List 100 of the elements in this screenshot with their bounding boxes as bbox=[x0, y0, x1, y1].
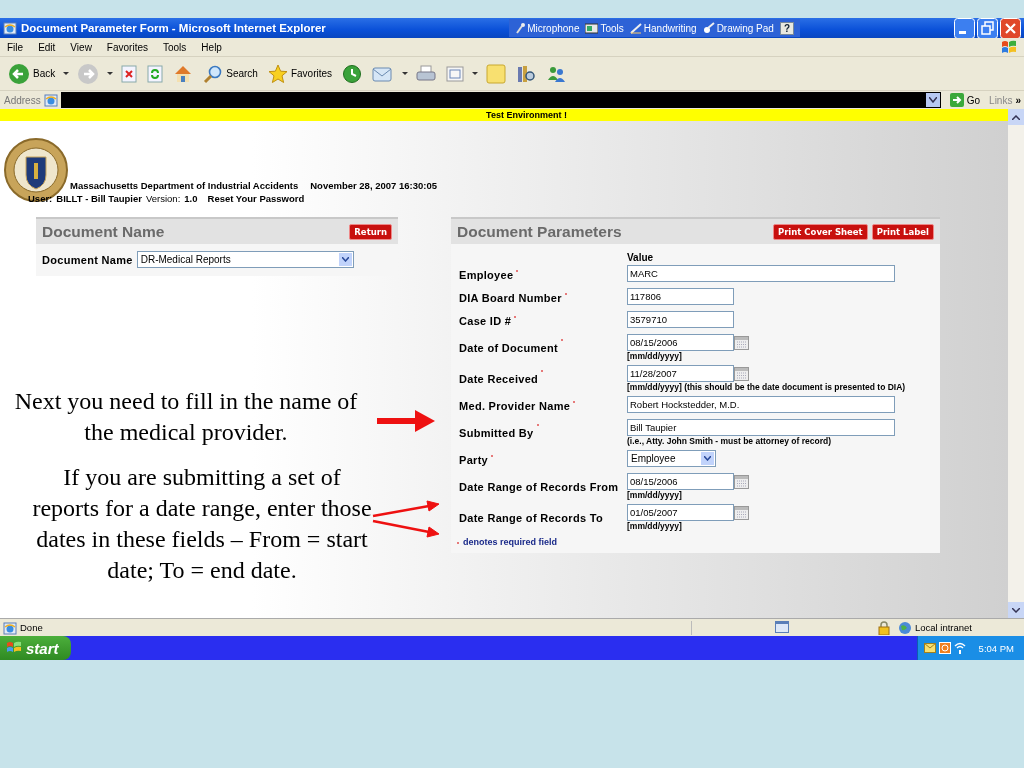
toolbar-button[interactable]: Back bbox=[6, 60, 58, 87]
calendar-icon[interactable] bbox=[734, 474, 749, 489]
windows-logo bbox=[1000, 39, 1018, 55]
field-label: Date of Document bbox=[459, 341, 558, 354]
printer-icon[interactable] bbox=[416, 64, 437, 83]
text-field[interactable]: Robert Hockstedder, M.D. bbox=[627, 396, 895, 413]
column-heading: Value bbox=[626, 251, 655, 263]
home-icon[interactable] bbox=[173, 63, 194, 84]
start-button[interactable]: start bbox=[0, 636, 71, 660]
user-name: BILLT - Bill Taupier bbox=[56, 193, 142, 204]
window-title: Document Parameter Form - Microsoft Internet Explorer bbox=[21, 22, 326, 34]
lock-icon bbox=[877, 620, 890, 635]
minimize-button[interactable] bbox=[954, 17, 975, 39]
required-note: denotes required field bbox=[463, 537, 558, 547]
windows-logo bbox=[6, 641, 22, 655]
dropdown-caret-icon[interactable] bbox=[472, 72, 479, 75]
menu-item[interactable]: File bbox=[7, 41, 24, 53]
field-label: Date Received bbox=[459, 372, 539, 385]
address-field[interactable] bbox=[60, 92, 941, 108]
page-icon bbox=[43, 93, 58, 107]
field-label: Employee bbox=[459, 268, 514, 281]
search-icon bbox=[203, 63, 224, 84]
field-hint: [mm/dd/yyyy] bbox=[627, 490, 683, 500]
window-icon bbox=[774, 620, 789, 633]
gauge-icon[interactable] bbox=[938, 642, 951, 654]
address-label: Address bbox=[4, 94, 41, 106]
dropdown-caret-icon[interactable] bbox=[402, 72, 409, 75]
menu-item[interactable]: Favorites bbox=[106, 41, 148, 53]
star-icon bbox=[267, 63, 288, 84]
pen-icon bbox=[702, 22, 715, 34]
toolbar-button[interactable]: Search bbox=[201, 61, 260, 86]
go-button[interactable]: Go bbox=[943, 93, 987, 107]
text-field[interactable]: Bill Taupier bbox=[627, 419, 895, 436]
books-icon[interactable] bbox=[516, 63, 537, 84]
panel-title: Document Name bbox=[42, 222, 165, 241]
annotation-text: If you are submitting a set of reports for a date range, enter those dates in these fields – From = start date; To = end date. bbox=[31, 463, 373, 585]
calendar-icon[interactable] bbox=[734, 505, 749, 520]
double-arrow bbox=[371, 499, 441, 539]
pen-icon bbox=[629, 22, 642, 34]
envelope-icon[interactable] bbox=[923, 643, 936, 653]
language-bar-button[interactable]: Handwriting bbox=[629, 22, 697, 34]
more-button[interactable]: » bbox=[1015, 94, 1021, 106]
select-field[interactable]: DR-Medical Reports bbox=[136, 251, 354, 268]
date-time: November 28, 2007 16:30:05 bbox=[310, 180, 437, 191]
print-button[interactable]: Print Label bbox=[871, 223, 934, 240]
toolbar-button[interactable]: Favorites bbox=[265, 61, 335, 86]
refresh-icon[interactable] bbox=[147, 64, 164, 83]
history-icon[interactable] bbox=[342, 63, 363, 84]
toolbox-icon bbox=[585, 22, 599, 34]
page-icon bbox=[3, 620, 17, 635]
dropdown-caret-icon[interactable] bbox=[107, 72, 114, 75]
field-label: Party bbox=[459, 453, 489, 466]
stop-icon[interactable] bbox=[121, 64, 138, 83]
status-text: Done bbox=[20, 622, 43, 633]
zone-label: Local intranet bbox=[914, 622, 972, 633]
date-field[interactable]: 11/28/2007 bbox=[627, 365, 734, 382]
reset-password-link[interactable]: Reset Your Password bbox=[207, 193, 305, 204]
field-label: Document Name bbox=[42, 253, 133, 266]
microphone-icon bbox=[515, 22, 526, 34]
field-hint: (i.e., Atty. John Smith - must be attorney of record) bbox=[627, 436, 833, 446]
wireless-icon[interactable] bbox=[953, 642, 966, 654]
select-field[interactable]: Employee bbox=[627, 450, 716, 467]
language-bar-button[interactable]: Drawing Pad bbox=[702, 22, 774, 34]
language-bar-button[interactable]: Tools bbox=[585, 22, 624, 34]
scroll-down-icon[interactable] bbox=[1012, 607, 1020, 613]
restore-button[interactable] bbox=[977, 17, 998, 39]
text-field[interactable]: 117806 bbox=[627, 288, 734, 305]
date-field[interactable]: 08/15/2006 bbox=[627, 473, 734, 490]
date-field[interactable]: 08/15/2006 bbox=[627, 334, 734, 351]
field-hint: [mm/dd/yyyy] bbox=[627, 351, 683, 361]
scroll-up-icon[interactable] bbox=[1012, 114, 1020, 120]
text-field[interactable]: MARC bbox=[627, 265, 895, 282]
document-icon[interactable] bbox=[446, 65, 465, 82]
mail-icon[interactable] bbox=[372, 64, 395, 83]
browser-icon bbox=[3, 21, 17, 35]
date-field[interactable]: 01/05/2007 bbox=[627, 504, 734, 521]
menu-item[interactable]: Tools bbox=[163, 41, 187, 53]
field-label: Submitted By bbox=[459, 426, 534, 439]
arrow bbox=[377, 410, 435, 432]
dropdown-caret-icon[interactable] bbox=[63, 72, 70, 75]
print-button[interactable]: Print Cover Sheet bbox=[772, 223, 868, 240]
calendar-icon[interactable] bbox=[734, 335, 749, 350]
menu-item[interactable]: View bbox=[70, 41, 92, 53]
version-label: Version: bbox=[145, 193, 181, 204]
return-button[interactable]: Return bbox=[349, 223, 392, 240]
annotation-text: Next you need to fill in the name of the medical provider. bbox=[13, 387, 359, 447]
field-label: Date Range of Records To bbox=[459, 511, 603, 524]
arrow-icon bbox=[949, 93, 964, 107]
language-bar-button[interactable]: Microphone bbox=[515, 22, 580, 34]
version-number: 1.0 bbox=[184, 193, 198, 204]
field-label: Date Range of Records From bbox=[459, 480, 619, 493]
text-field[interactable]: 3579710 bbox=[627, 311, 734, 328]
close-button[interactable] bbox=[1000, 17, 1021, 39]
clock: 5:04 PM bbox=[978, 642, 1014, 654]
agency-name: Massachusetts Department of Industrial Accidents bbox=[70, 180, 299, 191]
calendar-icon[interactable] bbox=[734, 366, 749, 381]
globe-icon bbox=[897, 620, 912, 635]
menu-item[interactable]: Help bbox=[201, 41, 222, 53]
menu-item[interactable]: Edit bbox=[38, 41, 56, 53]
help-button[interactable]: ? bbox=[779, 21, 794, 35]
